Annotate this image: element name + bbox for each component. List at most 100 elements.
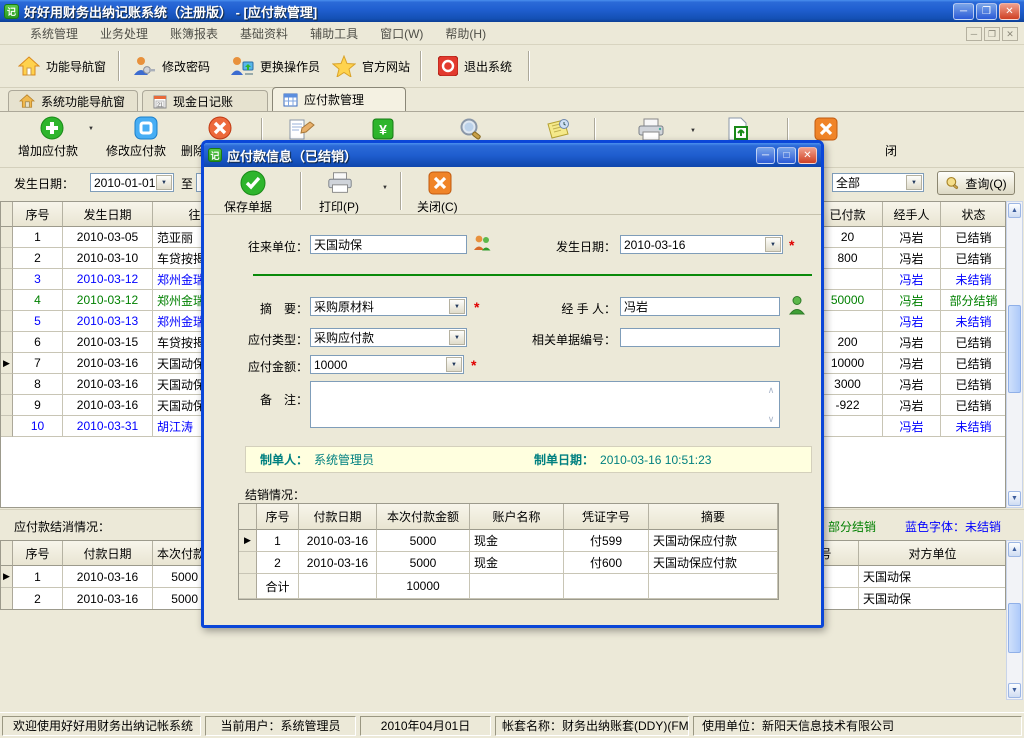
- close-tab-button[interactable]: [814, 117, 838, 141]
- pick-handler-button[interactable]: [788, 295, 806, 315]
- dropdown-arrow-icon[interactable]: ▼: [449, 330, 465, 345]
- note-textarea[interactable]: ∧ ∨: [310, 381, 780, 428]
- dropdown-arrow-icon[interactable]: ▼: [446, 357, 462, 372]
- table-cell: 8: [13, 374, 63, 395]
- minimize-button[interactable]: ─: [953, 3, 974, 20]
- exit-system-button[interactable]: 退出系统: [430, 49, 520, 83]
- occur-date-label: 发生日期：: [504, 238, 616, 255]
- export-button[interactable]: [726, 117, 750, 141]
- dialog-minimize-button[interactable]: ─: [756, 147, 775, 164]
- dropdown-arrow-icon[interactable]: ▼: [382, 185, 388, 191]
- table-cell: 10: [13, 416, 63, 437]
- child-close-button[interactable]: ✕: [1002, 27, 1018, 41]
- menu-window[interactable]: 窗口(W): [380, 25, 423, 42]
- dialog-close-toolbar-button[interactable]: [428, 171, 452, 195]
- menu-business[interactable]: 业务处理: [100, 25, 148, 42]
- menu-tools[interactable]: 辅助工具: [310, 25, 358, 42]
- table-cell: 未结销: [941, 311, 1006, 332]
- table-cell: [299, 574, 377, 599]
- edit-square-icon: [134, 116, 158, 140]
- amount-combo[interactable]: 10000 ▼: [310, 355, 464, 374]
- pick-unit-button[interactable]: [472, 233, 492, 253]
- date-from-value: 2010-01-01: [91, 176, 155, 190]
- table-cell: 2010-03-16: [299, 530, 377, 552]
- tab-nav-window[interactable]: 系统功能导航窗: [8, 90, 138, 111]
- creator-label: 制单人：: [260, 451, 308, 468]
- status-filter-combo[interactable]: 全部 ▼: [832, 173, 924, 192]
- dialog-toolbar: 保存单据 打印(P) ▼ 关闭(C): [204, 167, 821, 215]
- close-button[interactable]: ✕: [999, 3, 1020, 20]
- dropdown-arrow-icon[interactable]: ▼: [906, 175, 922, 190]
- modify-payable-button[interactable]: [134, 116, 158, 140]
- row-marker-icon: ▶: [239, 530, 257, 552]
- tab-payables[interactable]: 应付款管理: [272, 87, 406, 111]
- switch-user-icon: [230, 56, 254, 76]
- payable-type-combo[interactable]: 采购应付款 ▼: [310, 328, 467, 347]
- handler-input[interactable]: 冯岩: [620, 297, 780, 316]
- dropdown-arrow-icon[interactable]: ▼: [449, 299, 465, 314]
- date-from-combo[interactable]: 2010-01-01 ▼: [90, 173, 174, 192]
- audit-button[interactable]: [288, 118, 316, 142]
- payment-button[interactable]: ¥: [372, 118, 394, 140]
- audit-icon: [288, 118, 316, 142]
- tab-cash-journal[interactable]: 21 现金日记账: [142, 90, 268, 111]
- add-payable-label: 增加应付款: [18, 142, 78, 159]
- scroll-thumb[interactable]: [1008, 305, 1021, 393]
- menu-help[interactable]: 帮助(H): [445, 25, 486, 42]
- table-cell: 部分结销: [941, 290, 1006, 311]
- delete-payable-button[interactable]: [208, 116, 232, 140]
- scroll-up-icon[interactable]: ∧: [764, 383, 778, 397]
- scroll-up-icon[interactable]: ▲: [1008, 542, 1021, 557]
- table-cell: 2010-03-16: [63, 588, 153, 610]
- dropdown-arrow-icon[interactable]: ▼: [88, 126, 94, 132]
- add-payable-button[interactable]: [40, 116, 64, 140]
- menu-books[interactable]: 账簿报表: [170, 25, 218, 42]
- dropdown-arrow-icon[interactable]: ▼: [765, 237, 781, 252]
- schedule-button[interactable]: [546, 118, 572, 140]
- settlement-table-scrollbar[interactable]: ▲ ▼: [1006, 540, 1023, 700]
- scroll-down-icon[interactable]: ∨: [764, 412, 778, 426]
- table-cell: [649, 574, 778, 599]
- table-cell: 冯岩: [883, 269, 941, 290]
- dropdown-arrow-icon[interactable]: ▼: [690, 128, 696, 134]
- scroll-up-icon[interactable]: ▲: [1008, 203, 1021, 218]
- scroll-down-icon[interactable]: ▼: [1008, 683, 1021, 698]
- menu-system[interactable]: 系统管理: [30, 25, 78, 42]
- dialog-print-button[interactable]: [326, 171, 354, 195]
- unit-input[interactable]: 天国动保: [310, 235, 467, 254]
- dialog-maximize-button[interactable]: □: [777, 147, 796, 164]
- summary-combo[interactable]: 采购原材料 ▼: [310, 297, 467, 316]
- child-minimize-button[interactable]: ─: [966, 27, 982, 41]
- star-icon: [332, 55, 356, 77]
- dialog-close-button[interactable]: ✕: [798, 147, 817, 164]
- svg-text:¥: ¥: [379, 122, 387, 138]
- table-cell: 已结销: [941, 353, 1006, 374]
- table-row[interactable]: ▶12010-03-165000现金付599天国动保应付款: [239, 530, 778, 552]
- change-password-button[interactable]: 修改密码: [124, 49, 218, 83]
- table-cell: 5000: [153, 588, 203, 610]
- official-site-label: 官方网站: [362, 58, 410, 75]
- scroll-down-icon[interactable]: ▼: [1008, 491, 1021, 506]
- to-label: 至: [181, 175, 193, 192]
- child-restore-button[interactable]: ❐: [984, 27, 1000, 41]
- table-cell: 3: [13, 269, 63, 290]
- dialog-settle-table[interactable]: 序号付款日期本次付款金额账户名称凭证字号摘要▶12010-03-165000现金…: [238, 503, 779, 600]
- scroll-thumb[interactable]: [1008, 603, 1021, 653]
- row-marker-icon: [1, 374, 13, 395]
- ref-number-input[interactable]: [620, 328, 780, 347]
- query-button[interactable]: 查询(Q): [937, 171, 1015, 195]
- official-site-button[interactable]: 官方网站: [324, 49, 418, 83]
- table-row[interactable]: 22010-03-165000现金付600天国动保应付款: [239, 552, 778, 574]
- nav-window-button[interactable]: 功能导航窗: [10, 49, 114, 83]
- print-list-button[interactable]: [636, 118, 666, 142]
- view-button[interactable]: [458, 117, 484, 141]
- restore-button[interactable]: ❐: [976, 3, 997, 20]
- menu-basedata[interactable]: 基础资料: [240, 25, 288, 42]
- save-voucher-button[interactable]: [240, 170, 266, 196]
- payables-table-scrollbar[interactable]: ▲ ▼: [1006, 201, 1023, 508]
- switch-operator-button[interactable]: 更换操作员: [222, 49, 328, 83]
- table-cell: 5000: [377, 552, 470, 574]
- dropdown-arrow-icon[interactable]: ▼: [156, 175, 172, 190]
- occur-date-combo[interactable]: 2010-03-16 ▼: [620, 235, 783, 254]
- table-cell: 未结销: [941, 269, 1006, 290]
